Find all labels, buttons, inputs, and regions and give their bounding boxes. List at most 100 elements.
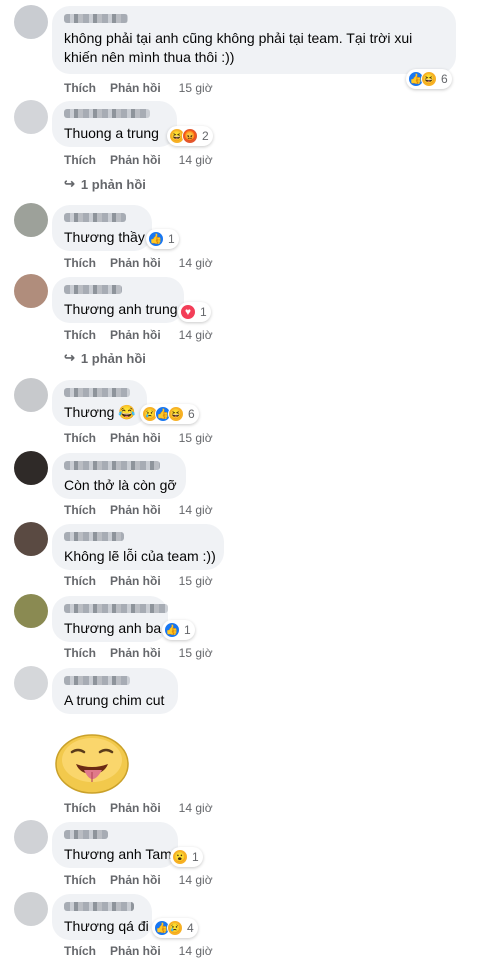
view-replies-link[interactable]: ↪ 1 phản hồi [64,350,146,366]
reply-button[interactable]: Phản hồi [110,81,161,95]
commenter-name-blurred[interactable] [64,285,122,294]
reaction-summary[interactable]: 👍 1 [146,229,179,249]
commenter-name-blurred[interactable] [64,830,108,839]
like-button[interactable]: Thích [64,81,96,95]
reply-button[interactable]: Phản hồi [110,256,161,270]
view-replies-link[interactable]: ↪ 1 phản hồi [64,176,146,192]
reaction-summary[interactable]: 👍 1 [162,620,195,640]
reply-button[interactable]: Phản hồi [110,873,161,887]
timestamp[interactable]: 14 giờ [179,256,213,270]
wow-reaction-icon: 😮 [172,849,188,865]
replies-count-label: 1 phản hồi [80,350,146,366]
like-button[interactable]: Thích [64,646,96,660]
timestamp[interactable]: 15 giờ [179,574,213,588]
comment-text: Thương qá đi [64,918,149,934]
comment-bubble: Thương anh trung [52,277,184,323]
comment-bubble: Thương 😂 [52,380,147,426]
avatar[interactable] [14,820,48,854]
comment-text: không phải tại anh cũng không phải tại t… [64,30,413,65]
reply-button[interactable]: Phản hồi [110,944,161,958]
like-button[interactable]: Thích [64,153,96,167]
reaction-count: 1 [200,305,207,319]
reaction-summary[interactable]: 😆 😡 2 [167,126,213,146]
reaction-count: 2 [202,129,209,143]
commenter-name-blurred[interactable] [64,676,130,685]
like-button[interactable]: Thích [64,328,96,342]
reply-button[interactable]: Phản hồi [110,431,161,445]
commenter-name-blurred[interactable] [64,461,160,470]
commenter-name-blurred[interactable] [64,213,126,222]
timestamp[interactable]: 14 giờ [179,873,213,887]
reaction-summary[interactable]: 😢 👍 😆 6 [140,404,199,424]
like-button[interactable]: Thích [64,873,96,887]
avatar[interactable] [14,892,48,926]
avatar[interactable] [14,274,48,308]
comment-text: Thuong a trung [64,125,159,141]
avatar[interactable] [14,666,48,700]
replies-count-label: 1 phản hồi [80,176,146,192]
avatar[interactable] [14,594,48,628]
reply-button[interactable]: Phản hồi [110,328,161,342]
commenter-name-blurred[interactable] [64,604,168,613]
reply-button[interactable]: Phản hồi [110,503,161,517]
haha-reaction-icon: 😆 [421,71,437,87]
commenter-name-blurred[interactable] [64,902,134,911]
like-button[interactable]: Thích [64,256,96,270]
comment-bubble: Thuong a trung [52,101,177,147]
reaction-summary[interactable]: ♥ 1 [178,302,211,322]
comment-actions: Thích Phản hồi 15 giờ [64,646,213,660]
reply-button[interactable]: Phản hồi [110,801,161,815]
avatar[interactable] [14,100,48,134]
reaction-count: 1 [184,623,191,637]
comment-bubble: Thương anh ba [52,596,168,642]
avatar[interactable] [14,203,48,237]
like-button[interactable]: Thích [64,801,96,815]
like-button[interactable]: Thích [64,944,96,958]
love-reaction-icon: ♥ [180,304,196,320]
avatar[interactable] [14,378,48,412]
reply-button[interactable]: Phản hồi [110,574,161,588]
comment-text: Thương anh ba [64,620,162,636]
commenter-name-blurred[interactable] [64,532,124,541]
reaction-count: 4 [187,921,194,935]
comment-bubble: Thương thầy [52,205,152,251]
comment-actions: Thích Phản hồi 15 giờ [64,81,213,95]
timestamp[interactable]: 14 giờ [179,801,213,815]
reaction-summary[interactable]: 😮 1 [170,847,203,867]
reaction-summary[interactable]: 👍 😢 4 [152,918,198,938]
timestamp[interactable]: 14 giờ [179,328,213,342]
reaction-count: 6 [441,72,448,86]
comment-text: Không lẽ lỗi của team :)) [64,548,216,564]
timestamp[interactable]: 14 giờ [179,153,213,167]
reaction-summary[interactable]: 👍 😆 6 [406,69,452,89]
comment-bubble: A trung chim cut [52,668,178,714]
like-reaction-icon: 👍 [164,622,180,638]
comment-bubble: không phải tại anh cũng không phải tại t… [52,6,456,74]
timestamp[interactable]: 15 giờ [179,81,213,95]
like-button[interactable]: Thích [64,503,96,517]
sad-reaction-icon: 😢 [167,920,183,936]
timestamp[interactable]: 14 giờ [179,944,213,958]
like-button[interactable]: Thích [64,431,96,445]
comment-text: A trung chim cut [64,692,165,708]
comment-bubble: Thương anh Tam [52,822,178,868]
comment-text: Thương 😂 [64,404,136,420]
commenter-name-blurred[interactable] [64,388,130,397]
reply-button[interactable]: Phản hồi [110,646,161,660]
timestamp[interactable]: 15 giờ [179,431,213,445]
comment-bubble: Còn thở là còn gỡ [52,453,186,499]
reply-arrow-icon: ↪ [64,176,75,191]
timestamp[interactable]: 14 giờ [179,503,213,517]
commenter-name-blurred[interactable] [64,14,128,23]
timestamp[interactable]: 15 giờ [179,646,213,660]
comment-actions: Thích Phản hồi 15 giờ [64,431,213,445]
commenter-name-blurred[interactable] [64,109,150,118]
avatar[interactable] [14,522,48,556]
like-button[interactable]: Thích [64,574,96,588]
comment-actions: Thích Phản hồi 15 giờ [64,574,213,588]
reaction-count: 1 [192,850,199,864]
avatar[interactable] [14,5,48,39]
comment-actions: Thích Phản hồi 14 giờ [64,944,213,958]
avatar[interactable] [14,451,48,485]
reply-button[interactable]: Phản hồi [110,153,161,167]
